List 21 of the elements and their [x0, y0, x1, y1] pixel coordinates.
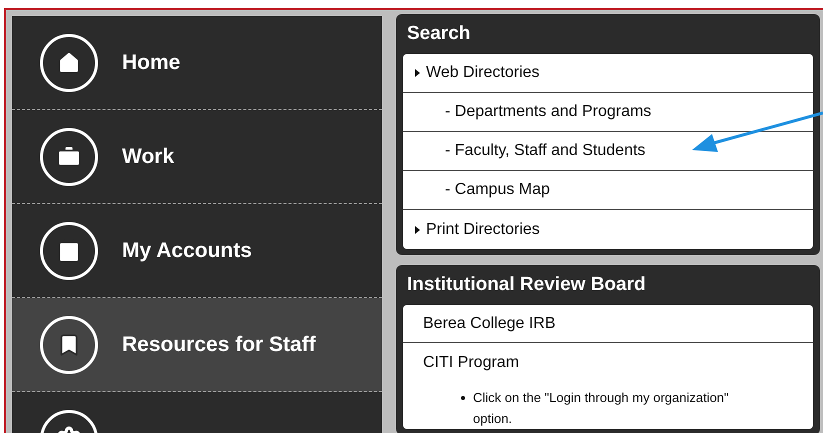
irb-link[interactable]: Berea College IRB [423, 312, 556, 336]
section-heading: CITI Program [423, 353, 520, 373]
directory-link[interactable]: Print Directories [426, 218, 540, 242]
nav-item[interactable]: Resources for Staff [12, 298, 382, 392]
instruction-text: Click on the "Login through my organization" option. [473, 389, 730, 428]
bullet-icon [461, 396, 465, 400]
nav-label: Home [122, 50, 180, 76]
directory-link[interactable]: - Faculty, Staff and Students [445, 139, 646, 163]
house-icon [40, 34, 98, 92]
directory-link[interactable]: - Campus Map [445, 178, 550, 202]
caret-icon [415, 69, 420, 77]
caret-icon [415, 226, 420, 234]
briefcase-icon [40, 128, 98, 186]
directory-link[interactable]: - Departments and Programs [445, 100, 652, 124]
bookmark-icon [40, 316, 98, 374]
nav-label: Resources for Staff [122, 332, 316, 358]
directory-link[interactable]: Web Directories [426, 61, 540, 85]
nav-label: Work [122, 144, 174, 170]
nav-label: My Accounts [122, 238, 252, 264]
panel-title: Institutional Review Board [406, 272, 647, 297]
panel-title: Search [406, 22, 472, 46]
